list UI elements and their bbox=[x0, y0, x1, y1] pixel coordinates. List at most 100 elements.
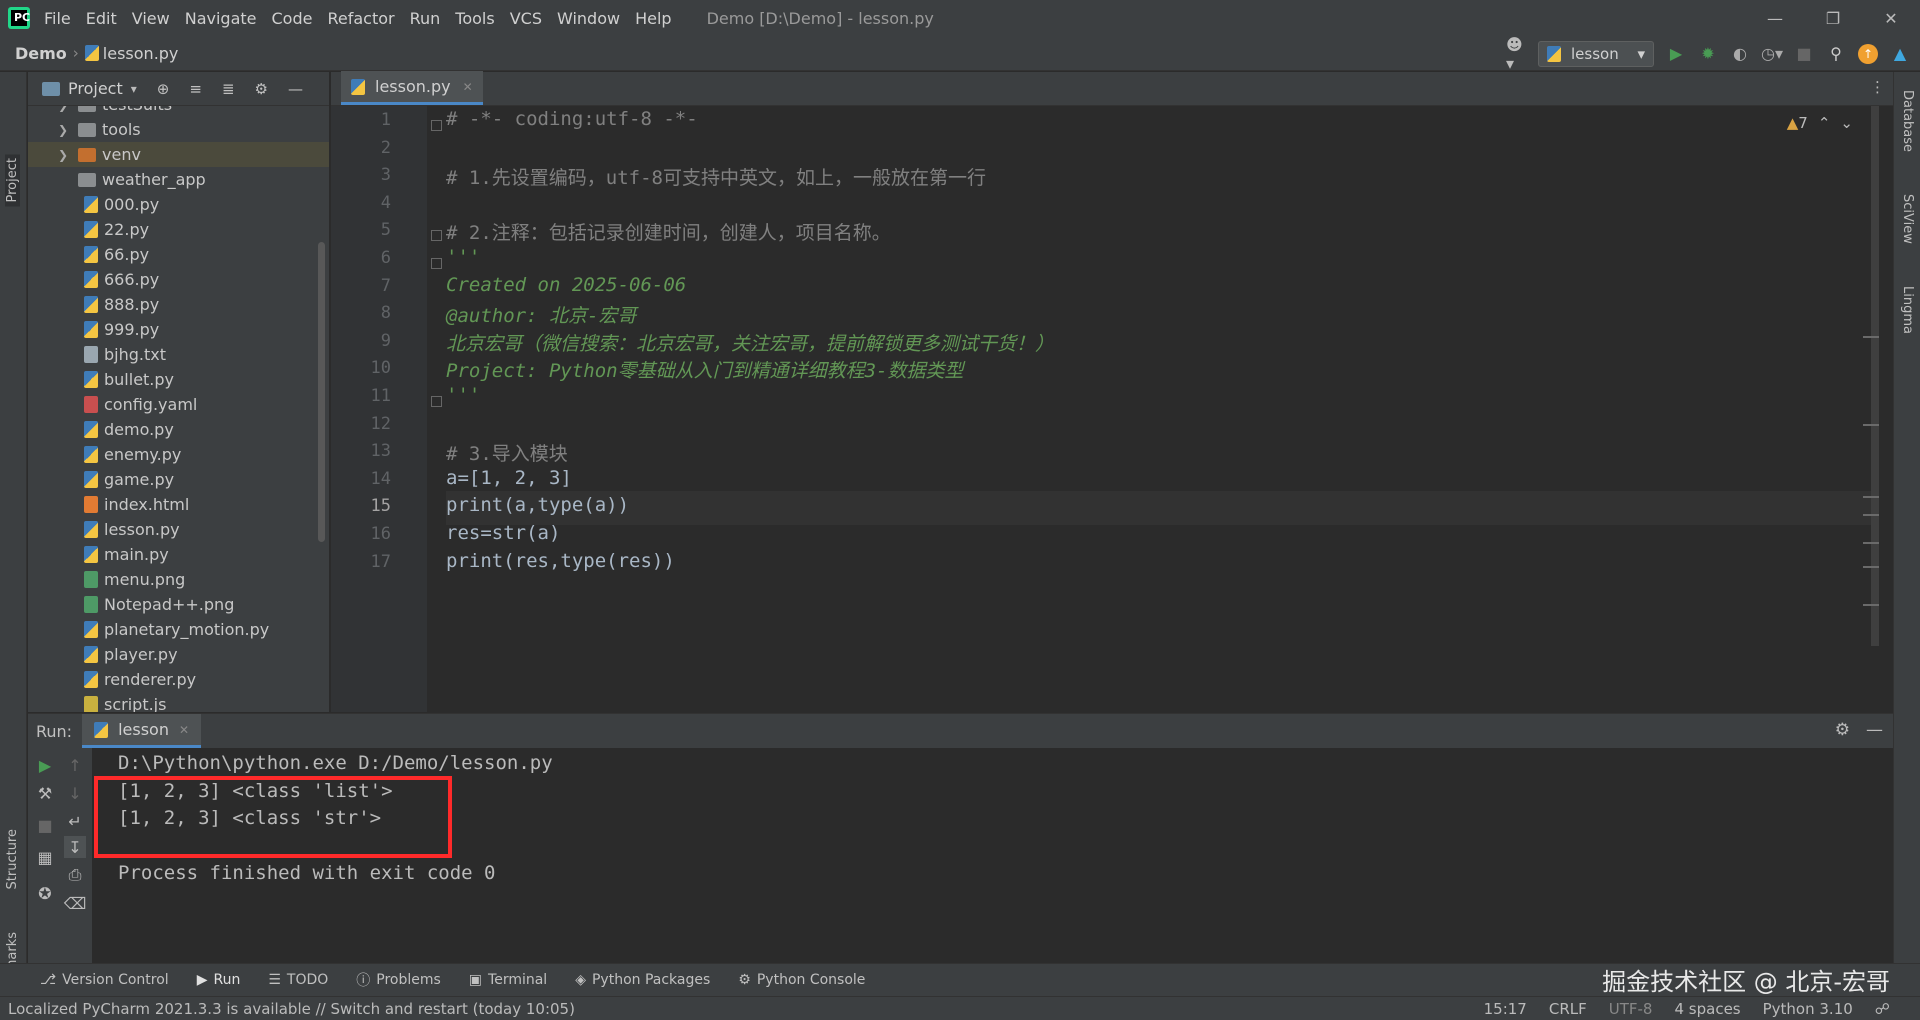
minimize-icon[interactable]: — bbox=[1746, 0, 1804, 36]
tree-item[interactable]: script.js bbox=[28, 692, 329, 712]
gear-icon[interactable]: ⚙ bbox=[255, 80, 268, 98]
structure-tool-tab[interactable]: Structure bbox=[5, 829, 20, 889]
hide-icon[interactable]: — bbox=[288, 80, 303, 98]
user-icon[interactable]: ☻▾ bbox=[1506, 35, 1526, 73]
stop-icon[interactable]: ■ bbox=[1794, 44, 1814, 64]
hide-icon[interactable]: — bbox=[1866, 720, 1883, 740]
tool-window-todo[interactable]: ☰ TODO bbox=[268, 972, 328, 988]
close-icon[interactable]: ✕ bbox=[1862, 0, 1920, 36]
fold-marker-icon[interactable] bbox=[431, 120, 442, 131]
tool-window-python-console[interactable]: ⚙ Python Console bbox=[738, 972, 865, 988]
tree-item[interactable]: enemy.py bbox=[28, 442, 329, 467]
indent-setting[interactable]: 4 spaces bbox=[1674, 1000, 1740, 1018]
tool-window-run[interactable]: ▶ Run bbox=[197, 972, 241, 988]
update-icon[interactable]: ↑ bbox=[1858, 43, 1878, 64]
fold-marker-icon[interactable] bbox=[431, 396, 442, 407]
tree-item[interactable]: 888.py bbox=[28, 292, 329, 317]
tree-item[interactable]: ❯ venv bbox=[28, 142, 329, 167]
plugin-icon[interactable]: ▲ bbox=[1890, 44, 1910, 64]
pin-icon[interactable]: ✪ bbox=[34, 882, 56, 904]
menu-code[interactable]: Code bbox=[272, 9, 313, 28]
menu-tools[interactable]: Tools bbox=[455, 9, 494, 28]
lock-icon[interactable]: ☍ bbox=[1875, 1000, 1890, 1018]
chevron-up-icon[interactable]: ⌃ bbox=[1818, 114, 1831, 132]
tree-item[interactable]: bjhg.txt bbox=[28, 342, 329, 367]
fold-marker-icon[interactable] bbox=[431, 230, 442, 242]
menu-view[interactable]: View bbox=[132, 9, 170, 28]
menu-file[interactable]: File bbox=[44, 9, 71, 28]
tree-item[interactable]: game.py bbox=[28, 467, 329, 492]
gear-icon[interactable]: ⚙ bbox=[1835, 720, 1850, 740]
run-icon[interactable]: ▶ bbox=[1666, 44, 1686, 64]
menu-refactor[interactable]: Refactor bbox=[327, 9, 394, 28]
locate-icon[interactable]: ⊕ bbox=[157, 80, 170, 98]
close-icon[interactable]: ✕ bbox=[463, 80, 473, 94]
tool-window-python-packages[interactable]: ◈ Python Packages bbox=[575, 972, 710, 988]
breadcrumb-file[interactable]: lesson.py bbox=[103, 44, 179, 63]
chevron-right-icon[interactable]: ❯ bbox=[58, 148, 72, 162]
inspection-widget[interactable]: ▲7 ⌃ ⌄ bbox=[1787, 114, 1853, 132]
scroll-to-end-icon[interactable]: ↧ bbox=[64, 836, 86, 858]
menu-help[interactable]: Help bbox=[635, 9, 671, 28]
rerun-icon[interactable]: ▶ bbox=[34, 754, 56, 776]
menu-run[interactable]: Run bbox=[410, 9, 441, 28]
restore-icon[interactable]: ❐ bbox=[1804, 0, 1862, 36]
tree-item[interactable]: demo.py bbox=[28, 417, 329, 442]
tree-item[interactable]: ❯ tools bbox=[28, 117, 329, 142]
tree-item[interactable]: ❯ testSuits bbox=[28, 106, 329, 117]
line-separator[interactable]: CRLF bbox=[1549, 1000, 1587, 1018]
chevron-down-icon[interactable]: ▾ bbox=[131, 82, 137, 96]
chevron-right-icon[interactable]: ❯ bbox=[58, 106, 72, 112]
file-encoding[interactable]: UTF-8 bbox=[1609, 1000, 1653, 1018]
sciview-tool-tab[interactable]: SciView bbox=[1900, 194, 1915, 244]
more-vertical-icon[interactable]: ⋮ bbox=[1870, 78, 1885, 96]
tree-item[interactable]: player.py bbox=[28, 642, 329, 667]
tool-window-version-control[interactable]: ⎇ Version Control bbox=[40, 972, 169, 988]
tree-item[interactable]: 66.py bbox=[28, 242, 329, 267]
expand-all-icon[interactable]: ≡ bbox=[189, 80, 202, 98]
print-icon[interactable]: ⎙ bbox=[64, 864, 86, 886]
tree-item[interactable]: weather_app bbox=[28, 167, 329, 192]
editor-tab-lesson[interactable]: lesson.py ✕ bbox=[341, 71, 483, 105]
tool-window-terminal[interactable]: ▣ Terminal bbox=[469, 972, 547, 988]
arrow-up-icon[interactable]: ↑ bbox=[64, 754, 86, 776]
stop-icon[interactable]: ■ bbox=[34, 814, 56, 836]
profile-icon[interactable]: ◷▾ bbox=[1761, 44, 1783, 64]
database-tool-tab[interactable]: Database bbox=[1900, 90, 1915, 152]
debug-icon[interactable]: ✹ bbox=[1698, 44, 1718, 64]
menu-edit[interactable]: Edit bbox=[86, 9, 117, 28]
tree-scrollbar[interactable] bbox=[318, 242, 325, 542]
search-icon[interactable]: ⚲ bbox=[1826, 44, 1846, 64]
menu-window[interactable]: Window bbox=[557, 9, 620, 28]
wrench-icon[interactable]: ⚒ bbox=[34, 782, 56, 804]
code-area[interactable]: # -*- coding:utf-8 -*- # 1.先设置编码，utf-8可支持… bbox=[446, 106, 1876, 712]
editor-scrollbar[interactable] bbox=[1863, 106, 1879, 646]
tree-item[interactable]: 666.py bbox=[28, 267, 329, 292]
tree-item[interactable]: planetary_motion.py bbox=[28, 617, 329, 642]
tree-item[interactable]: index.html bbox=[28, 492, 329, 517]
coverage-icon[interactable]: ◐ bbox=[1730, 44, 1750, 64]
breadcrumb-project[interactable]: Demo bbox=[15, 44, 67, 63]
project-view-title[interactable]: Project bbox=[68, 79, 123, 98]
arrow-down-icon[interactable]: ↓ bbox=[64, 782, 86, 804]
caret-position[interactable]: 15:17 bbox=[1484, 1000, 1527, 1018]
layout-icon[interactable]: ▦ bbox=[34, 846, 56, 868]
tree-item[interactable]: 22.py bbox=[28, 217, 329, 242]
tree-item[interactable]: main.py bbox=[28, 542, 329, 567]
tree-item[interactable]: Notepad++.png bbox=[28, 592, 329, 617]
close-icon[interactable]: ✕ bbox=[179, 723, 189, 737]
menu-vcs[interactable]: VCS bbox=[510, 9, 542, 28]
chevron-right-icon[interactable]: ❯ bbox=[58, 123, 72, 137]
chevron-down-icon[interactable]: ⌄ bbox=[1840, 114, 1853, 132]
tree-item[interactable]: bullet.py bbox=[28, 367, 329, 392]
tree-item[interactable]: 999.py bbox=[28, 317, 329, 342]
lingma-tool-tab[interactable]: Lingma bbox=[1900, 286, 1915, 334]
python-interpreter[interactable]: Python 3.10 bbox=[1763, 1000, 1853, 1018]
run-configuration-select[interactable]: lesson ▾ bbox=[1538, 40, 1654, 67]
soft-wrap-icon[interactable]: ↵ bbox=[64, 810, 86, 832]
tree-item[interactable]: renderer.py bbox=[28, 667, 329, 692]
tree-item[interactable]: config.yaml bbox=[28, 392, 329, 417]
tree-item[interactable]: 000.py bbox=[28, 192, 329, 217]
fold-marker-icon[interactable] bbox=[431, 258, 442, 269]
tree-item[interactable]: menu.png bbox=[28, 567, 329, 592]
